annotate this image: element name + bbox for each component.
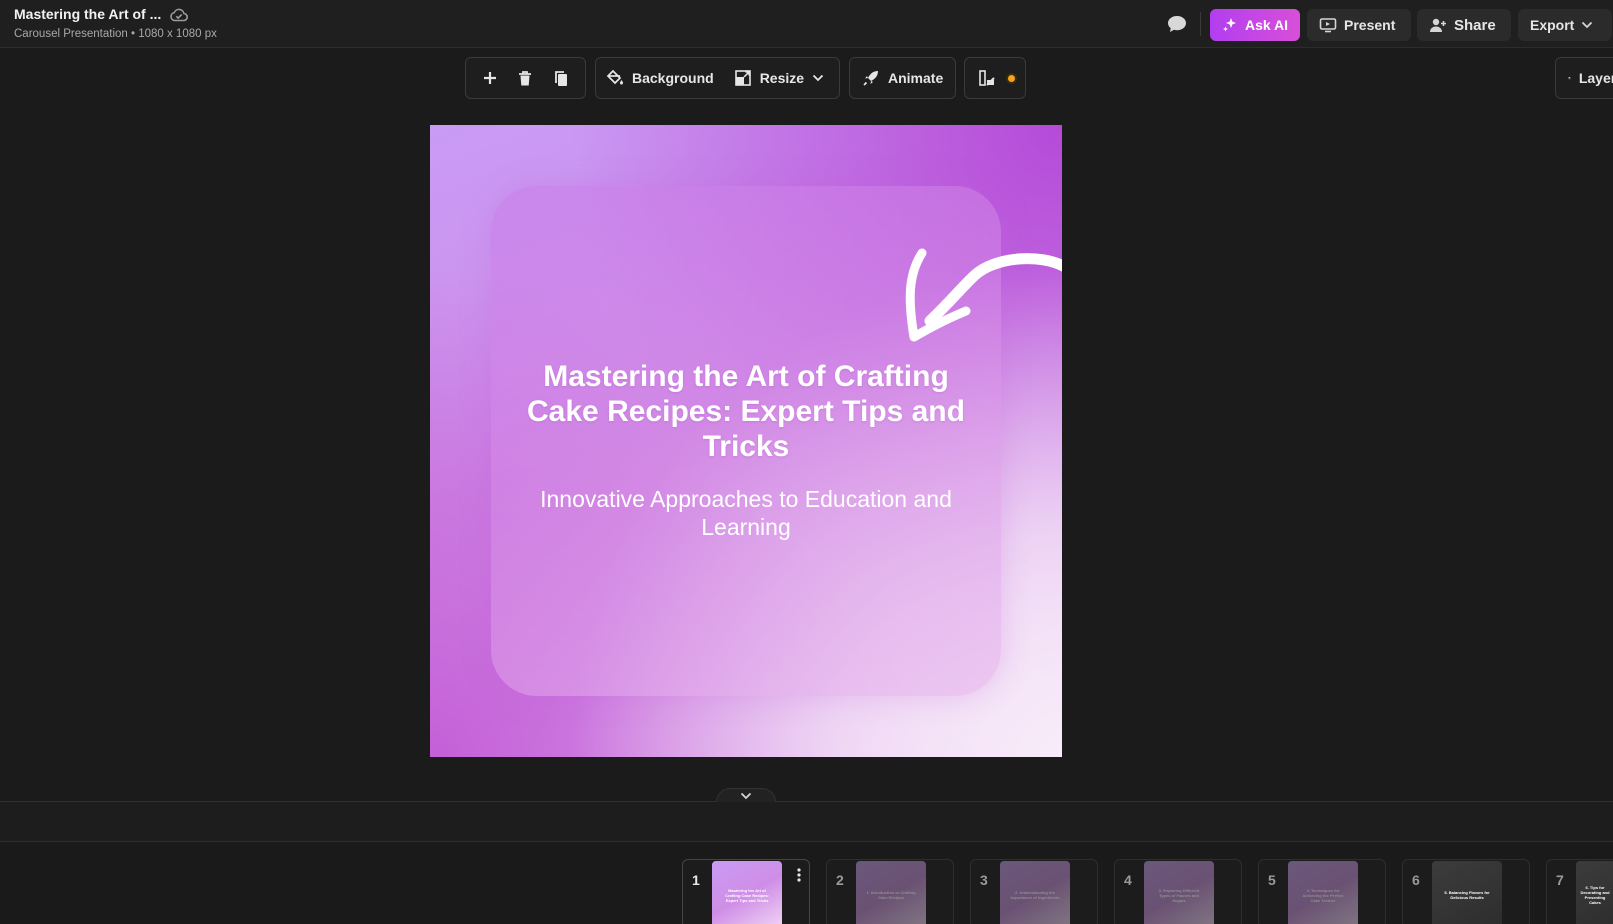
delete-slide-button[interactable]	[512, 65, 538, 91]
header-divider	[1200, 12, 1201, 36]
sparkle-icon	[1223, 18, 1236, 32]
thumbnail-slide-7[interactable]: 7 6. Tips for Decorating and Presenting …	[1546, 859, 1613, 924]
thumbnail-number: 4	[1124, 872, 1132, 888]
slide-subtitle[interactable]: Innovative Approaches to Education and L…	[540, 485, 952, 541]
thumbnail-slide-1[interactable]: 1 Mastering the Art of Crafting Cake Rec…	[682, 859, 810, 924]
thumbnail-slide-5[interactable]: 5 4. Techniques for Achieving the Perfec…	[1258, 859, 1386, 924]
format-group: Background Resize	[595, 57, 840, 99]
thumbnail-image: 6. Tips for Decorating and Presenting Ca…	[1576, 861, 1613, 924]
thumbnail-text: 3. Exploring Different Types of Flavors …	[1158, 887, 1200, 903]
style-group	[964, 57, 1026, 99]
paint-bucket-icon	[606, 69, 623, 85]
thumbnail-slide-3[interactable]: 3 2. Understanding the Importance of Ing…	[970, 859, 1098, 924]
chevron-down-icon	[812, 74, 824, 82]
layers-button[interactable]: Layers	[1555, 57, 1613, 99]
animate-group: Animate	[849, 57, 956, 99]
chevron-down-icon	[740, 792, 752, 799]
export-button[interactable]: Export	[1518, 9, 1612, 41]
status-dot	[1005, 72, 1017, 84]
slide-actions-group	[465, 57, 586, 99]
thumbnail-text: Mastering the Art of Crafting Cake Recip…	[725, 887, 769, 903]
thumbnail-image: 3. Exploring Different Types of Flavors …	[1144, 861, 1214, 924]
thumbnail-slide-6[interactable]: 6 5. Balancing Flavors for Delicious Res…	[1402, 859, 1530, 924]
document-subtitle: Carousel Presentation • 1080 x 1080 px	[14, 28, 217, 40]
panel-band	[0, 802, 1613, 842]
more-options-icon[interactable]	[797, 868, 801, 882]
ask-ai-label: Ask AI	[1245, 17, 1289, 33]
thumbnail-number: 5	[1268, 872, 1276, 888]
plus-icon	[483, 72, 496, 84]
animate-button[interactable]: Animate	[862, 69, 943, 87]
present-label: Present	[1344, 17, 1396, 33]
thumbnail-text: 5. Balancing Flavors for Delicious Resul…	[1444, 890, 1490, 900]
cloud-saved-icon	[170, 8, 188, 22]
thumbnail-text: 4. Techniques for Achieving the Perfect …	[1302, 887, 1344, 903]
thumbnail-number: 7	[1556, 872, 1564, 888]
copy-icon	[555, 70, 568, 86]
style-button[interactable]	[974, 65, 1000, 91]
slide-thumbnails: 1 Mastering the Art of Crafting Cake Rec…	[0, 842, 1613, 924]
thumbnail-text: 2. Understanding the Importance of Ingre…	[1010, 890, 1060, 900]
chevron-down-icon	[1582, 21, 1593, 29]
duplicate-slide-button[interactable]	[548, 65, 574, 91]
share-button[interactable]: Share	[1417, 9, 1511, 41]
document-title[interactable]: Mastering the Art of ...	[14, 6, 161, 22]
thumbnail-image: 2. Understanding the Importance of Ingre…	[1000, 861, 1070, 924]
thumbnail-number: 2	[836, 872, 844, 888]
thumbnail-image: 4. Techniques for Achieving the Perfect …	[1288, 861, 1358, 924]
thumbnail-number: 1	[692, 872, 700, 888]
layers-icon	[1568, 76, 1571, 80]
thumbnail-image: 5. Balancing Flavors for Delicious Resul…	[1432, 861, 1502, 924]
slide-title[interactable]: Mastering the Art of Crafting Cake Recip…	[510, 359, 982, 464]
arrow-decoration[interactable]	[900, 245, 1062, 355]
present-button[interactable]: Present	[1307, 9, 1411, 41]
background-button[interactable]: Background	[606, 69, 714, 87]
present-icon	[1319, 18, 1337, 33]
layers-label: Layers	[1578, 70, 1613, 86]
thumbnail-text: 1. Introduction to Crafting Cake Recipes	[866, 890, 916, 900]
top-bar: Mastering the Art of ... Carousel Presen…	[0, 0, 1613, 48]
collapse-panel-button[interactable]	[716, 788, 776, 802]
comment-icon[interactable]	[1166, 14, 1188, 34]
thumbnail-image: 1. Introduction to Crafting Cake Recipes	[856, 861, 926, 924]
share-label: Share	[1454, 16, 1496, 34]
add-slide-button[interactable]	[477, 65, 503, 91]
thumbnail-slide-4[interactable]: 4 3. Exploring Different Types of Flavor…	[1114, 859, 1242, 924]
resize-label: Resize	[759, 70, 805, 86]
thumbnail-number: 6	[1412, 872, 1420, 888]
rocket-icon	[863, 71, 878, 86]
trash-icon	[519, 70, 532, 85]
shapes-brush-icon	[978, 70, 995, 86]
ask-ai-button[interactable]: Ask AI	[1210, 9, 1300, 41]
slide-canvas[interactable]: Mastering the Art of Crafting Cake Recip…	[430, 125, 1062, 757]
add-user-icon	[1430, 18, 1446, 32]
resize-button[interactable]: Resize	[734, 69, 824, 87]
resize-icon	[734, 70, 751, 86]
thumbnail-slide-2[interactable]: 2 1. Introduction to Crafting Cake Recip…	[826, 859, 954, 924]
thumbnail-image: Mastering the Art of Crafting Cake Recip…	[712, 861, 782, 924]
background-label: Background	[632, 70, 714, 86]
thumbnail-text: 6. Tips for Decorating and Presenting Ca…	[1580, 885, 1610, 905]
thumbnail-number: 3	[980, 872, 988, 888]
export-label: Export	[1530, 17, 1575, 33]
animate-label: Animate	[888, 70, 944, 86]
